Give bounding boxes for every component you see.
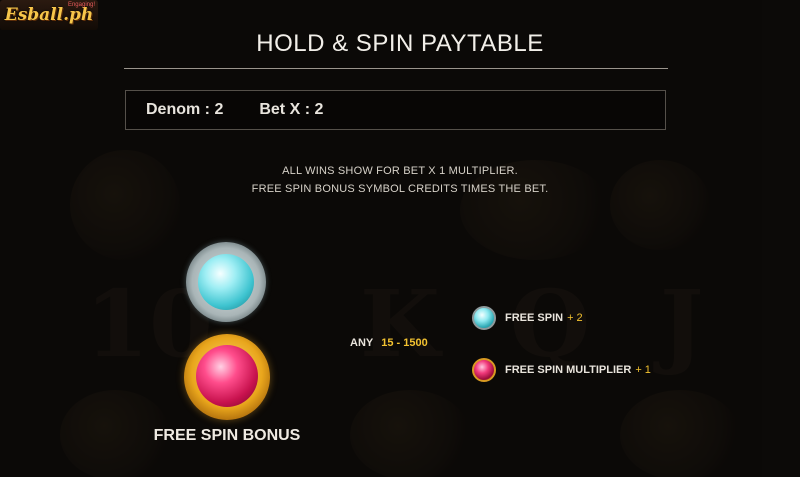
prize-label: FREE SPIN MULTIPLIER xyxy=(505,364,632,376)
red-orb-icon xyxy=(184,334,270,420)
bet-info-box: Denom : 2 Bet X : 2 xyxy=(125,90,666,130)
dim-overlay xyxy=(0,0,800,477)
logo-tag: Engaging! xyxy=(67,2,95,8)
title-divider xyxy=(124,68,668,69)
red-orb-icon xyxy=(472,358,496,382)
prize-free-spin: FREE SPIN + 2 xyxy=(505,312,583,324)
site-logo[interactable]: Esball.ph Engaging! xyxy=(0,0,98,30)
prize-free-spin-multiplier: FREE SPIN MULTIPLIER + 1 xyxy=(505,364,651,376)
logo-text: Esball.ph xyxy=(4,5,94,25)
any-label: ANY xyxy=(350,337,374,349)
cyan-orb-icon xyxy=(186,242,266,322)
page-title: HOLD & SPIN PAYTABLE xyxy=(256,30,544,57)
prize-value: + 2 xyxy=(567,312,583,324)
prize-value: + 1 xyxy=(635,364,651,376)
denom-value: Denom : 2 xyxy=(146,101,224,118)
rules-note-2: FREE SPIN BONUS SYMBOL CREDITS TIMES THE… xyxy=(251,183,549,195)
any-range-value: 15 - 1500 xyxy=(381,337,428,349)
cyan-orb-icon xyxy=(472,306,496,330)
rules-note-1: ALL WINS SHOW FOR BET X 1 MULTIPLIER. xyxy=(282,165,518,177)
bet-multiplier-value: Bet X : 2 xyxy=(259,101,324,118)
free-spin-bonus-label: FREE SPIN BONUS xyxy=(153,427,301,444)
any-range: ANY 15 - 1500 xyxy=(350,337,428,349)
prize-label: FREE SPIN xyxy=(505,312,564,324)
